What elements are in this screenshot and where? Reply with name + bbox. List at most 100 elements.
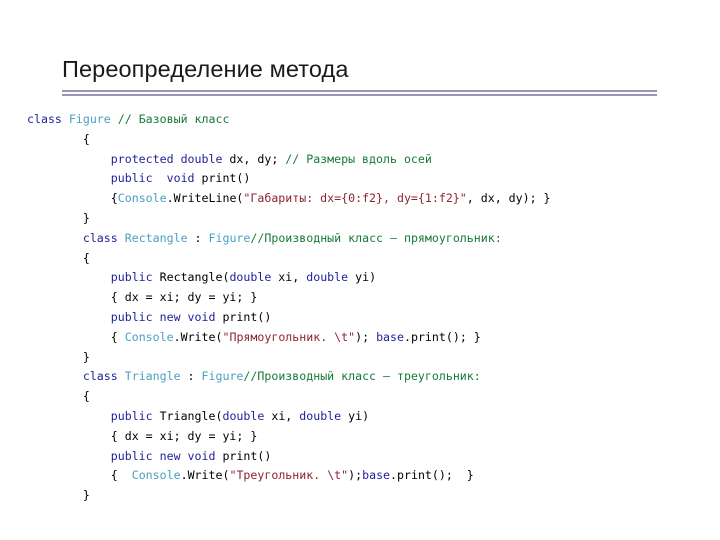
code-token-cmt: // Размеры вдоль осей <box>285 151 432 166</box>
code-token-pln: .Write( <box>180 468 230 483</box>
code-token-pln <box>111 112 118 126</box>
code-token-kw: public void <box>110 171 195 186</box>
code-line: public new void print() <box>27 447 697 467</box>
code-token-pln: .Write( <box>173 329 223 344</box>
code-listing: class Figure // Базовый класс { protecte… <box>27 110 697 506</box>
code-token-pln: { <box>110 468 132 483</box>
code-token-str: "Прямоугольник. \t" <box>222 329 356 344</box>
code-line: {Console.WriteLine("Габариты: dx={0:f2},… <box>27 189 697 209</box>
code-token-pln: xi, <box>271 270 307 285</box>
code-line: public Rectangle(double xi, double yi) <box>27 268 697 288</box>
code-token-pln: .WriteLine( <box>166 191 244 206</box>
code-line: public new void print() <box>27 308 697 328</box>
code-line: } <box>27 209 697 229</box>
code-token-type: Triangle <box>124 369 181 384</box>
code-token-pln: { dx = xi; dy = yi; } <box>110 428 258 443</box>
code-token-pln: .print(); } <box>403 329 481 344</box>
code-token-type: Figure <box>208 230 251 245</box>
code-token-pln: print() <box>215 309 272 324</box>
code-token-type: Console <box>117 191 167 206</box>
code-token-kw: public <box>110 408 153 423</box>
code-token-pln: { <box>110 191 118 206</box>
code-line: } <box>27 486 697 506</box>
code-token-pln: } <box>82 349 90 364</box>
page-title: Переопределение метода <box>62 56 349 82</box>
code-token-cmt: //Производный класс – треугольник: <box>243 369 481 384</box>
code-token-pln: { <box>82 389 90 404</box>
code-line: { <box>27 387 697 407</box>
code-token-pln: { <box>82 250 90 265</box>
code-token-pln: : <box>187 230 209 245</box>
code-line: { Console.Write("Прямоугольник. \t"); ba… <box>27 328 697 348</box>
code-token-pln: dx, dy; <box>222 151 286 166</box>
code-token-kw: class <box>27 112 62 126</box>
code-token-kw: base <box>362 468 391 483</box>
code-line: public Triangle(double xi, double yi) <box>27 407 697 427</box>
code-token-pln: yi) <box>348 270 377 285</box>
code-token-kw: class <box>82 230 118 245</box>
code-token-type: Console <box>131 468 181 483</box>
code-token-pln <box>62 112 69 126</box>
code-token-pln: print() <box>215 448 272 463</box>
code-token-cmt: //Производный класс – прямоугольник: <box>250 230 502 245</box>
code-line: class Triangle : Figure//Производный кла… <box>27 367 697 387</box>
code-line: { <box>27 130 697 150</box>
code-token-pln <box>118 231 125 245</box>
code-token-pln: } <box>82 488 90 503</box>
code-token-pln: } <box>82 210 90 225</box>
code-token-type: Figure <box>68 112 111 126</box>
code-token-pln: xi, <box>264 408 300 423</box>
code-token-pln: { dx = xi; dy = yi; } <box>110 290 258 305</box>
code-token-pln: ); <box>355 329 377 344</box>
code-line: { Console.Write("Треугольник. \t");base.… <box>27 466 697 486</box>
code-token-kw: double <box>229 270 272 285</box>
code-token-kw: base <box>376 329 404 344</box>
code-token-pln <box>118 369 125 383</box>
code-line: class Figure // Базовый класс <box>27 110 697 130</box>
code-token-kw: double <box>222 408 265 423</box>
code-token-type: Console <box>124 329 174 344</box>
code-token-pln: : <box>180 369 202 384</box>
code-token-pln: Rectangle( <box>152 270 230 285</box>
title-block: Переопределение метода <box>62 54 658 96</box>
code-token-pln: Triangle( <box>152 408 223 423</box>
code-token-kw: protected double <box>110 151 223 166</box>
code-token-kw: double <box>299 408 342 423</box>
code-token-pln: print() <box>194 171 251 186</box>
code-line: class Rectangle : Figure//Производный кл… <box>27 229 697 249</box>
code-token-pln: yi) <box>341 408 370 423</box>
code-token-kw: class <box>82 369 118 384</box>
code-line: { <box>27 249 697 269</box>
code-token-pln: { <box>82 131 90 146</box>
code-token-kw: public new void <box>110 309 216 324</box>
code-token-type: Figure <box>201 369 244 384</box>
code-line: public void print() <box>27 169 697 189</box>
code-token-kw: public new void <box>110 448 216 463</box>
code-token-cmt: // Базовый класс <box>117 112 230 126</box>
code-token-str: "Треугольник. \t" <box>229 468 349 483</box>
code-token-pln: , dx, dy); } <box>466 191 551 206</box>
code-token-str: "Габариты: dx={0:f2}, dy={1:f2}" <box>243 191 467 206</box>
code-token-pln: ); <box>348 468 363 483</box>
code-line: } <box>27 348 697 368</box>
code-line: protected double dx, dy; // Размеры вдол… <box>27 150 697 170</box>
code-line: { dx = xi; dy = yi; } <box>27 427 697 447</box>
